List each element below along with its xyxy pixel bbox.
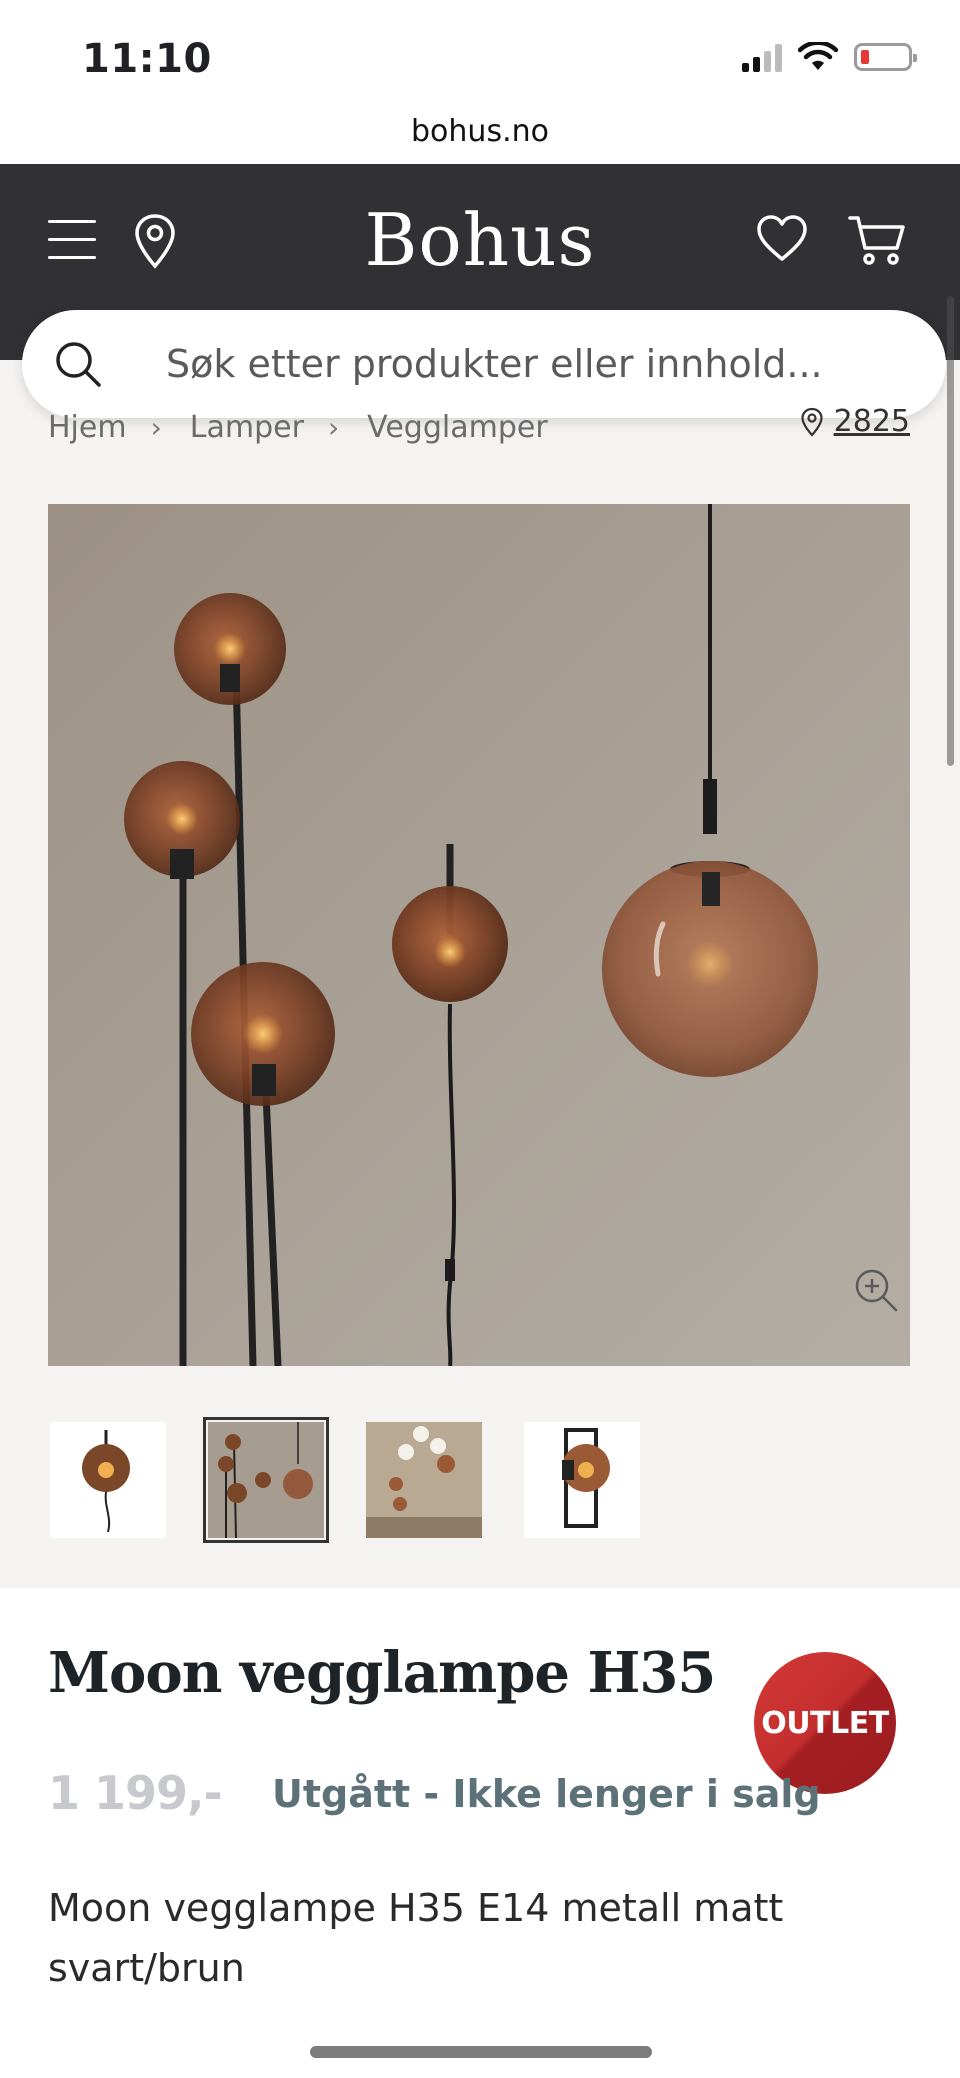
shopping-cart-icon[interactable] — [848, 214, 906, 266]
product-description: Moon vegglampe H35 E14 metall matt svart… — [48, 1886, 784, 1990]
search-input[interactable] — [166, 334, 926, 394]
search-icon[interactable] — [54, 340, 102, 388]
thumbnail-image — [524, 1422, 640, 1538]
product-price: 1 199,- — [48, 1766, 223, 1820]
thumbnail-1[interactable] — [50, 1422, 166, 1538]
lamps-photo — [48, 504, 910, 1366]
url-bar[interactable]: bohus.no — [0, 112, 960, 164]
scroll-indicator — [947, 296, 954, 766]
status-time: 11:10 — [82, 36, 212, 82]
chevron-right-icon: › — [327, 410, 340, 444]
bohus-logo[interactable]: Bohus — [0, 198, 960, 282]
thumbnail-image — [50, 1422, 166, 1538]
store-link[interactable]: 2825 — [800, 404, 910, 439]
status-bar: 11:10 — [0, 0, 960, 112]
store-number[interactable]: 2825 — [834, 404, 910, 439]
thumbnail-2[interactable] — [203, 1417, 329, 1543]
thumbnail-4[interactable] — [524, 1422, 640, 1538]
wishlist-heart-icon[interactable] — [756, 214, 808, 264]
zoom-in-icon[interactable] — [852, 1266, 900, 1314]
thumbnail-image — [208, 1422, 324, 1538]
thumbnail-image — [366, 1422, 482, 1538]
product-title: Moon vegglampe H35 — [48, 1640, 716, 1706]
breadcrumb-item-lamper[interactable]: Lamper — [190, 410, 304, 445]
availability-status: Utgått - Ikke lenger i salg — [272, 1772, 821, 1816]
breadcrumb: Hjem › Lamper › Vegglamper — [48, 404, 548, 450]
wifi-icon — [798, 42, 838, 70]
home-indicator[interactable] — [310, 2046, 652, 2058]
cellular-signal-icon — [742, 42, 782, 72]
status-icons — [742, 42, 917, 72]
thumbnail-3[interactable] — [366, 1422, 482, 1538]
product-info: Moon vegglampe H35 OUTLET 1 199,- Utgått… — [0, 1588, 960, 2078]
search-bar[interactable] — [22, 310, 946, 418]
thumbnail-strip — [50, 1417, 640, 1543]
breadcrumb-item-vegglamper[interactable]: Vegglamper — [367, 410, 548, 445]
product-main-image[interactable] — [48, 504, 910, 1366]
battery-icon — [854, 43, 917, 71]
chevron-right-icon: › — [150, 410, 162, 444]
location-pin-icon — [801, 407, 823, 437]
breadcrumb-item-home[interactable]: Hjem — [48, 410, 127, 445]
